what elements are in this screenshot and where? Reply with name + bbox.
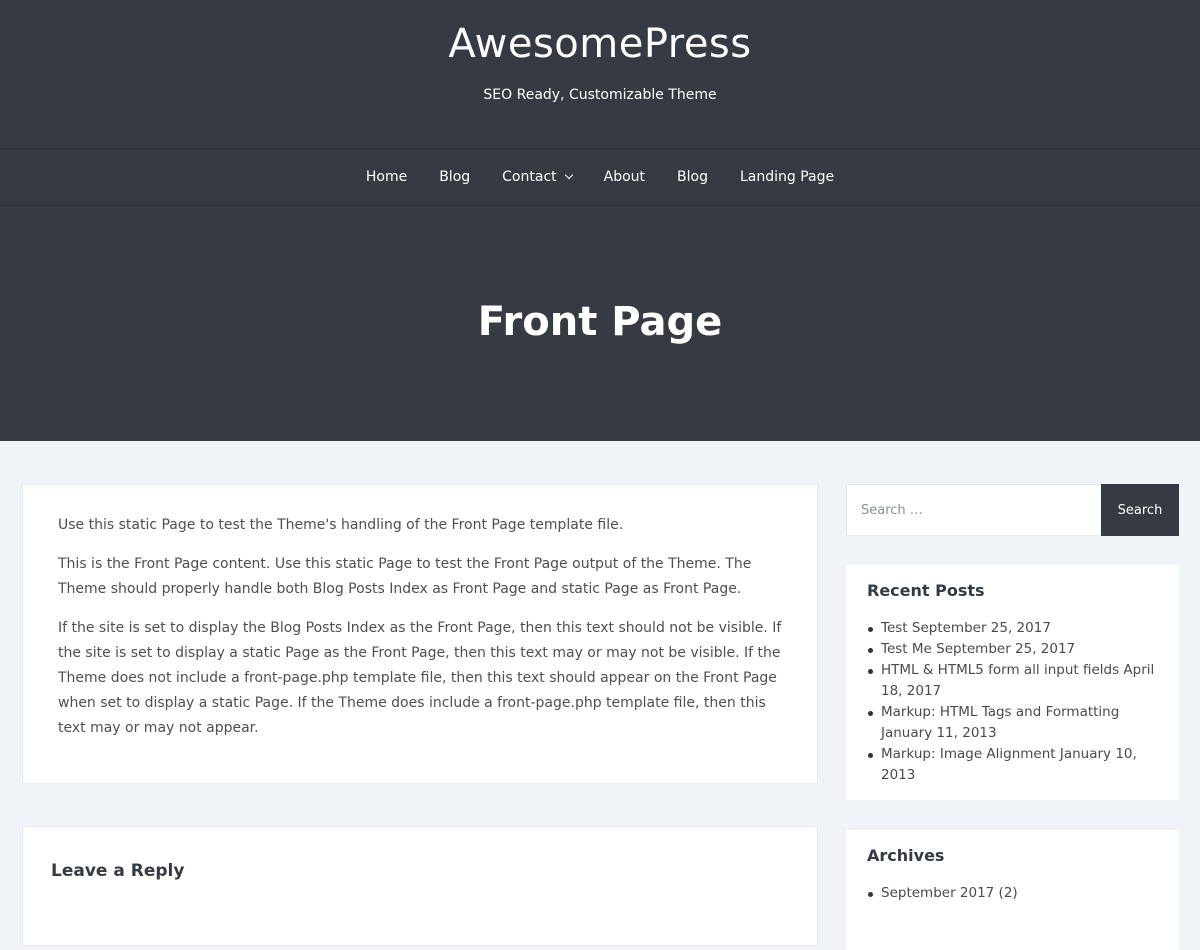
recent-post-link[interactable]: Markup: Image Alignment January 10, 2013 [881,746,1137,783]
widget-title: Archives [867,846,945,865]
nav-item-label: Blog [677,169,708,185]
search-input[interactable] [846,484,1101,536]
archive-link[interactable]: September 2017 (2) [881,885,1018,901]
chevron-down-icon[interactable] [564,170,573,180]
recent-post-link[interactable]: Markup: HTML Tags and Formatting January… [881,704,1119,741]
site-title-link[interactable]: AwesomePress [448,18,751,70]
nav-item-blog-2[interactable]: Blog [677,169,708,185]
list-item: Test September 25, 2017 [867,618,1158,639]
search-form: Search [846,484,1179,536]
nav-item-label: About [603,169,646,185]
recent-post-link[interactable]: Test Me September 25, 2017 [881,641,1075,657]
page-hero: Front Page [0,206,1200,440]
recent-post-link[interactable]: HTML & HTML5 form all input fields April… [881,662,1154,699]
search-button[interactable]: Search [1101,484,1179,536]
nav-item-label: Landing Page [739,169,835,185]
reply-heading: Leave a Reply [51,861,185,881]
nav-item-home[interactable]: Home [366,169,407,185]
content-paragraph: This is the Front Page content. Use this… [58,556,752,597]
main-content: Use this static Page to test the Theme's… [22,484,818,946]
nav-item-label: Blog [439,169,471,185]
content-paragraph: If the site is set to display the Blog P… [58,620,782,736]
nav-item-about[interactable]: About [604,169,645,185]
recent-posts-widget: Recent Posts Test September 25, 2017 Tes… [846,565,1179,800]
archives-list: September 2017 (2) [867,883,1158,904]
list-item: September 2017 (2) [867,883,1158,904]
site-description: SEO Ready, Customizable Theme [483,87,717,103]
list-item: HTML & HTML5 form all input fields April… [867,660,1158,702]
list-item: Markup: HTML Tags and Formatting January… [867,702,1158,744]
page-title: Front Page [477,299,723,345]
nav-item-contact[interactable]: Contact [502,169,573,185]
nav-item-label: Home [365,169,408,185]
nav-item-label: Contact [502,169,557,185]
site-header: AwesomePress SEO Ready, Customizable The… [0,0,1200,441]
content-paragraph: Use this static Page to test the Theme's… [58,517,624,533]
list-item: Markup: Image Alignment January 10, 2013 [867,744,1158,786]
nav-item-blog[interactable]: Blog [439,169,470,185]
widget-title: Recent Posts [867,581,985,600]
page-content-card: Use this static Page to test the Theme's… [22,484,818,784]
recent-post-link[interactable]: Test September 25, 2017 [881,620,1051,636]
primary-navigation: Home Blog Contact About Blog Landing Pag… [0,148,1200,206]
comments-section: Leave a Reply [22,826,818,946]
list-item: Test Me September 25, 2017 [867,639,1158,660]
site-branding: AwesomePress SEO Ready, Customizable The… [0,0,1200,148]
recent-posts-list: Test September 25, 2017 Test Me Septembe… [867,618,1158,786]
sidebar: Search Recent Posts Test September 25, 2… [846,484,1179,950]
archives-widget: Archives September 2017 (2) [846,830,1179,950]
nav-item-landing-page[interactable]: Landing Page [740,169,834,185]
